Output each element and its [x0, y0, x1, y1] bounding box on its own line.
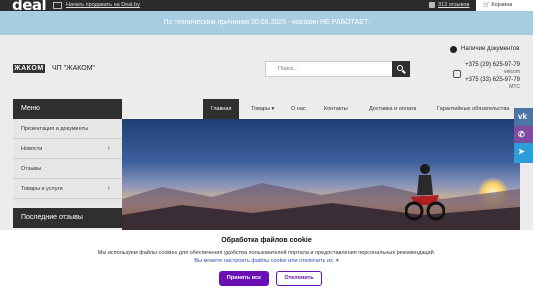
phone-icon — [453, 70, 461, 78]
main-nav: Главная Товары ▾ О нас Контакты Доставка… — [203, 99, 520, 119]
phone-1[interactable]: +375 (29) 625-97-79 — [465, 62, 520, 68]
cookie-title: Обработка файлов cookie — [221, 237, 312, 244]
vk-button[interactable]: vk — [514, 108, 533, 128]
sidebar-item-reviews[interactable]: Отзывы — [13, 159, 122, 179]
tab-about[interactable]: О нас — [291, 99, 306, 119]
motocross-rider — [405, 164, 445, 221]
telegram-icon: ➤ — [518, 147, 525, 156]
tab-contacts[interactable]: Контакты — [324, 99, 348, 119]
mountains — [122, 183, 520, 230]
sidebar-item-presentation[interactable]: Презентация и документы — [13, 119, 122, 139]
chevron-right-icon: › — [107, 145, 110, 152]
reject-button[interactable]: Отклонить — [276, 271, 322, 286]
top-bar: deal Начать продавать на Deal.by 313 отз… — [0, 0, 533, 14]
menu-title: Меню — [13, 99, 122, 119]
company-name: ЧП "ЖАКОМ" — [52, 65, 96, 72]
notice-banner: По техническим причинам 30.08.2025 - маг… — [0, 11, 533, 35]
sidebar-item-news[interactable]: Новости › — [13, 139, 122, 159]
company-logo[interactable]: ЖАКОМ — [13, 64, 45, 73]
sidebar-item-products[interactable]: Товары и услуги › — [13, 179, 122, 199]
sidebar-menu: Презентация и документы Новости › Отзывы… — [13, 119, 122, 207]
phone-2-operator: МТС — [509, 84, 520, 90]
tab-home[interactable]: Главная — [203, 99, 239, 119]
cookie-settings-link[interactable]: Вы можете настроить файлы cookie или отк… — [0, 258, 533, 264]
cart-button[interactable]: 🛒 Корзина — [476, 0, 533, 11]
tab-products[interactable]: Товары ▾ — [251, 99, 274, 119]
recent-reviews-title: Последние отзывы — [13, 208, 122, 228]
vk-icon: vk — [518, 112, 527, 121]
accept-all-button[interactable]: Принять все — [219, 271, 269, 286]
check-icon — [450, 46, 457, 53]
comment-icon — [429, 2, 435, 8]
cookie-text: Мы используем файлы cookies для обеспече… — [97, 250, 436, 256]
docs-label[interactable]: Наличие документов — [461, 46, 519, 52]
cart-label: Корзина — [491, 2, 513, 8]
hero-banner[interactable] — [122, 119, 520, 230]
reviews-link[interactable]: 313 отзывов — [438, 2, 469, 8]
viber-icon: ✆ — [518, 130, 525, 139]
tab-warranty[interactable]: Гарантийные обязательства — [437, 99, 509, 119]
cart-icon: 🛒 — [483, 2, 490, 8]
telegram-button[interactable]: ➤ — [514, 143, 533, 163]
phone-2[interactable]: +375 (33) 625-97-79 — [465, 77, 520, 83]
tab-delivery[interactable]: Доставка и оплата — [369, 99, 416, 119]
cookie-banner: Обработка файлов cookie Мы используем фа… — [0, 230, 533, 300]
chevron-right-icon: › — [107, 185, 110, 192]
sell-link[interactable]: Начать продавать на Deal.by — [66, 2, 140, 8]
store-icon — [53, 2, 62, 9]
search-button[interactable] — [392, 61, 410, 77]
phone-1-operator: velcom — [504, 69, 520, 75]
search-input[interactable]: Поиск... — [265, 61, 393, 77]
